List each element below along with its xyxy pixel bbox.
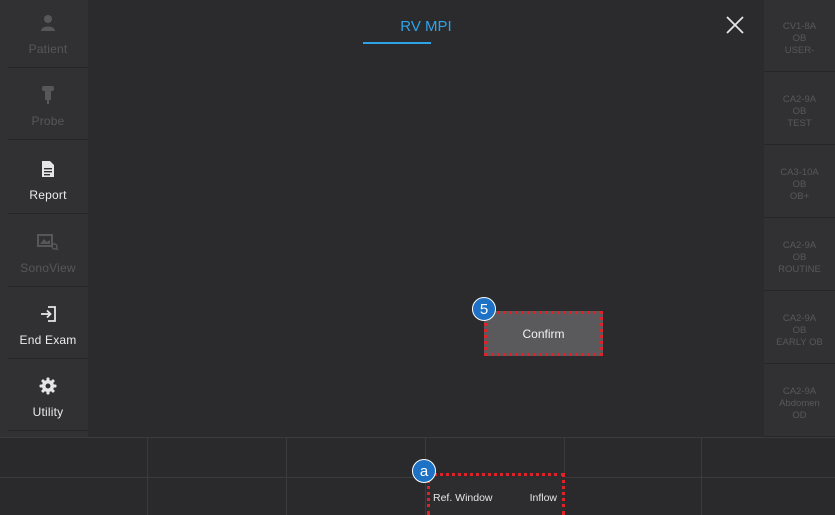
sidebar-item-label: Report <box>29 187 67 202</box>
preset-probe: CV1-8A <box>782 21 817 32</box>
sidebar-item-label: Probe <box>31 113 65 128</box>
preset-probe: CA3-10A <box>780 167 819 178</box>
preset-application: OB <box>792 33 807 44</box>
left-sidebar: Patient Probe Report SonoView End Exam U… <box>0 0 88 437</box>
preset-application: Abdomen <box>779 398 820 409</box>
title-underline <box>363 42 431 44</box>
softkey-empty[interactable] <box>565 437 702 477</box>
sidebar-item-label: Utility <box>32 404 64 419</box>
step-marker-badge: 5 <box>472 297 496 321</box>
softkey-empty[interactable] <box>0 437 148 477</box>
document-icon <box>41 158 55 180</box>
preset-name: EARLY OB <box>776 337 823 348</box>
preset-probe: CA2-9A <box>782 240 817 251</box>
preset-probe: CA2-9A <box>782 313 817 324</box>
softkey-empty[interactable] <box>287 477 426 515</box>
softkey-empty[interactable] <box>565 477 702 515</box>
preset-item[interactable]: CV1-8A OB USER- <box>764 0 835 72</box>
preset-item[interactable]: CA2-9A Abdomen OD <box>764 365 835 437</box>
softkey-empty[interactable] <box>148 477 287 515</box>
softkey-ref-window-label: Ref. Window <box>433 492 493 504</box>
sidebar-item-utility[interactable]: Utility <box>8 363 88 431</box>
preset-name: OB+ <box>789 191 810 202</box>
preset-name: USER- <box>784 45 815 56</box>
preset-name: OD <box>792 410 807 421</box>
sidebar-item-probe[interactable]: Probe <box>8 72 88 140</box>
preset-column: CV1-8A OB USER- CA2-9A OB TEST CA3-10A O… <box>764 0 835 437</box>
callout-marker-badge: a <box>412 459 436 483</box>
confirm-button[interactable]: Confirm <box>484 311 603 356</box>
close-icon <box>726 16 744 34</box>
softkey-empty[interactable] <box>287 437 426 477</box>
preset-application: OB <box>792 325 807 336</box>
exit-icon <box>39 303 57 325</box>
preset-item[interactable]: CA2-9A OB EARLY OB <box>764 292 835 364</box>
sidebar-item-label: End Exam <box>19 332 77 347</box>
softkey-ref-window-inflow[interactable]: Ref. Window Inflow <box>427 473 565 515</box>
sidebar-item-patient[interactable]: Patient <box>8 0 88 68</box>
preset-probe: CA2-9A <box>782 386 817 397</box>
preset-item[interactable]: CA2-9A OB ROUTINE <box>764 219 835 291</box>
page-title: RV MPI <box>400 18 452 35</box>
preset-item[interactable]: CA3-10A OB OB+ <box>764 146 835 218</box>
sidebar-item-label: Patient <box>28 41 68 56</box>
preset-item[interactable]: CA2-9A OB TEST <box>764 73 835 145</box>
softkey-empty[interactable] <box>148 437 287 477</box>
softkey-inflow-label: Inflow <box>529 492 557 504</box>
confirm-label: Confirm <box>522 326 565 341</box>
probe-icon <box>41 84 55 106</box>
sidebar-item-sonoview[interactable]: SonoView <box>8 219 88 287</box>
softkey-empty[interactable] <box>426 437 565 477</box>
preset-probe: CA2-9A <box>782 94 817 105</box>
softkey-empty[interactable] <box>702 477 835 515</box>
preset-name: ROUTINE <box>778 264 821 275</box>
softkey-empty[interactable] <box>0 477 148 515</box>
sidebar-item-report[interactable]: Report <box>8 146 88 214</box>
sidebar-item-label: SonoView <box>20 260 76 275</box>
gear-icon <box>39 375 57 397</box>
person-icon <box>40 12 56 34</box>
preset-name: TEST <box>787 118 812 129</box>
preset-application: OB <box>792 179 807 190</box>
image-search-icon <box>37 231 59 253</box>
softkey-empty[interactable] <box>702 437 835 477</box>
sidebar-item-end-exam[interactable]: End Exam <box>8 291 88 359</box>
preset-application: OB <box>792 106 807 117</box>
ultrasound-screen: Patient Probe Report SonoView End Exam U… <box>0 0 835 515</box>
preset-application: OB <box>792 252 807 263</box>
close-button[interactable] <box>724 14 746 36</box>
main-panel: RV MPI Confirm 5 <box>88 0 764 437</box>
